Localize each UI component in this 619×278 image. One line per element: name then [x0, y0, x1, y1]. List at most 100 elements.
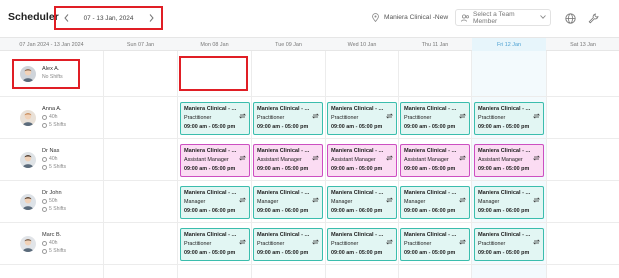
swap-icon[interactable]	[312, 148, 319, 160]
swap-icon[interactable]	[459, 232, 466, 244]
calendar-icon	[42, 248, 47, 254]
swap-icon[interactable]	[239, 106, 246, 118]
calendar-icon	[42, 206, 47, 212]
shift-card[interactable]: Maniera Clinical - ... Assistant Manager 0…	[253, 143, 323, 177]
shift-time: 09:00 am - 06:00 pm	[478, 207, 530, 214]
shift-role: Manager	[184, 198, 206, 205]
shift-role: Practitioner	[404, 240, 432, 247]
swap-icon[interactable]	[312, 106, 319, 118]
shift-card[interactable]: Maniera Clinical - ... Practitioner 09:00 …	[474, 101, 544, 135]
swap-icon[interactable]	[459, 106, 466, 118]
employee-hours: 40h	[42, 240, 58, 246]
shift-card[interactable]: Maniera Clinical - ... Practitioner 09:00 …	[327, 227, 397, 261]
employee-hours: 50h	[42, 198, 58, 204]
shift-card[interactable]: Maniera Clinical - ... Assistant Manager 0…	[474, 143, 544, 177]
shift-card[interactable]: Maniera Clinical - ... Practitioner 09:00 …	[180, 101, 250, 135]
globe-icon[interactable]	[563, 11, 577, 25]
swap-icon[interactable]	[239, 232, 246, 244]
team-member-select[interactable]: Select a Team Member	[455, 9, 551, 26]
shift-time: 09:00 am - 05:00 pm	[184, 123, 236, 130]
chevron-right-icon[interactable]	[141, 8, 161, 28]
shift-role: Practitioner	[478, 114, 506, 121]
avatar	[20, 194, 36, 210]
shift-count-value: 5 Shifts	[49, 122, 66, 128]
clock-icon	[42, 156, 47, 162]
shift-count-value: 5 Shifts	[49, 206, 66, 212]
day-header-mon: Mon 08 Jan	[200, 42, 229, 48]
shift-time: 09:00 am - 05:00 pm	[478, 165, 530, 172]
chevron-left-icon[interactable]	[56, 8, 76, 28]
shift-card[interactable]: Maniera Clinical - ... Manager 09:00 am - …	[327, 185, 397, 219]
shift-card[interactable]: Maniera Clinical - ... Manager 09:00 am - …	[253, 185, 323, 219]
swap-icon[interactable]	[312, 232, 319, 244]
chevron-down-icon	[540, 14, 546, 21]
shift-role: Manager	[257, 198, 279, 205]
employee-row: Marc B. 40h 5 Shifts Maniera Clinical - ...…	[0, 223, 619, 265]
shift-card[interactable]: Maniera Clinical - ... Practitioner 09:00 …	[400, 101, 470, 135]
day-header-wed: Wed 10 Jan	[347, 42, 377, 48]
swap-icon[interactable]	[312, 190, 319, 202]
date-range-navigator: 07 - 13 Jan, 2024	[54, 6, 163, 30]
empty-shift-cell[interactable]	[179, 56, 248, 91]
shift-location: Maniera Clinical - ...	[331, 105, 384, 112]
shift-location: Maniera Clinical - ...	[331, 231, 384, 238]
week-header-row: 07 Jan 2024 - 13 Jan 2024 Sun 07 Jan Mon…	[0, 37, 619, 52]
swap-icon[interactable]	[533, 148, 540, 160]
location-select[interactable]: Maniera Clinical -New	[370, 9, 450, 26]
shift-location: Maniera Clinical - ...	[257, 231, 310, 238]
shift-location: Maniera Clinical - ...	[331, 189, 384, 196]
shift-location: Maniera Clinical - ...	[184, 105, 237, 112]
shift-location: Maniera Clinical - ...	[478, 231, 531, 238]
shift-card[interactable]: Maniera Clinical - ... Practitioner 09:00 …	[253, 227, 323, 261]
shift-card[interactable]: Maniera Clinical - ... Manager 09:00 am - …	[180, 185, 250, 219]
shift-role: Practitioner	[331, 114, 359, 121]
shift-card[interactable]: Maniera Clinical - ... Manager 09:00 am - …	[474, 185, 544, 219]
team-select-placeholder: Select a Team Member	[473, 10, 515, 25]
employee-info[interactable]: Dr Nas 40h 5 Shifts	[0, 139, 103, 180]
shift-time: 09:00 am - 05:00 pm	[478, 249, 530, 256]
shift-time: 09:00 am - 06:00 pm	[257, 207, 309, 214]
swap-icon[interactable]	[533, 232, 540, 244]
shift-card[interactable]: Maniera Clinical - ... Manager 09:00 am - …	[400, 185, 470, 219]
employee-info[interactable]: Marc B. 40h 5 Shifts	[0, 223, 103, 264]
avatar	[20, 110, 36, 126]
avatar	[20, 152, 36, 168]
swap-icon[interactable]	[459, 190, 466, 202]
swap-icon[interactable]	[533, 190, 540, 202]
shift-card[interactable]: Maniera Clinical - ... Assistant Manager 0…	[180, 143, 250, 177]
shift-location: Maniera Clinical - ...	[331, 147, 384, 154]
shift-card[interactable]: Maniera Clinical - ... Practitioner 09:00 …	[327, 101, 397, 135]
page-title: Scheduler	[8, 11, 59, 23]
swap-icon[interactable]	[386, 190, 393, 202]
shift-location: Maniera Clinical - ...	[184, 231, 237, 238]
wrench-icon[interactable]	[586, 11, 600, 25]
shift-card[interactable]: Maniera Clinical - ... Practitioner 09:00 …	[400, 227, 470, 261]
employee-row: Dr Nas 40h 5 Shifts Maniera Clinical - ... A…	[0, 139, 619, 181]
shift-role: Manager	[478, 198, 500, 205]
swap-icon[interactable]	[386, 232, 393, 244]
swap-icon[interactable]	[533, 106, 540, 118]
shift-card[interactable]: Maniera Clinical - ... Assistant Manager 0…	[327, 143, 397, 177]
shift-location: Maniera Clinical - ...	[478, 189, 531, 196]
shift-time: 09:00 am - 05:00 pm	[331, 165, 383, 172]
swap-icon[interactable]	[239, 190, 246, 202]
employee-info[interactable]: Anna A. 40h 5 Shifts	[0, 97, 103, 138]
shift-card[interactable]: Maniera Clinical - ... Practitioner 09:00 …	[253, 101, 323, 135]
shift-location: Maniera Clinical - ...	[478, 105, 531, 112]
shift-location: Maniera Clinical - ...	[478, 147, 531, 154]
employee-row: Alex A. No Shifts	[0, 51, 619, 97]
swap-icon[interactable]	[459, 148, 466, 160]
shift-role: Assistant Manager	[184, 156, 229, 163]
shift-card[interactable]: Maniera Clinical - ... Practitioner 09:00 …	[180, 227, 250, 261]
shift-role: Assistant Manager	[478, 156, 523, 163]
shift-card[interactable]: Maniera Clinical - ... Assistant Manager 0…	[400, 143, 470, 177]
swap-icon[interactable]	[386, 148, 393, 160]
swap-icon[interactable]	[239, 148, 246, 160]
shift-location: Maniera Clinical - ...	[184, 147, 237, 154]
date-range-label[interactable]: 07 - 13 Jan, 2024	[76, 15, 141, 22]
employee-info[interactable]: Dr John 50h 5 Shifts	[0, 181, 103, 222]
day-header-tue: Tue 09 Jan	[275, 42, 302, 48]
location-pin-icon	[370, 13, 380, 23]
swap-icon[interactable]	[386, 106, 393, 118]
shift-card[interactable]: Maniera Clinical - ... Practitioner 09:00 …	[474, 227, 544, 261]
